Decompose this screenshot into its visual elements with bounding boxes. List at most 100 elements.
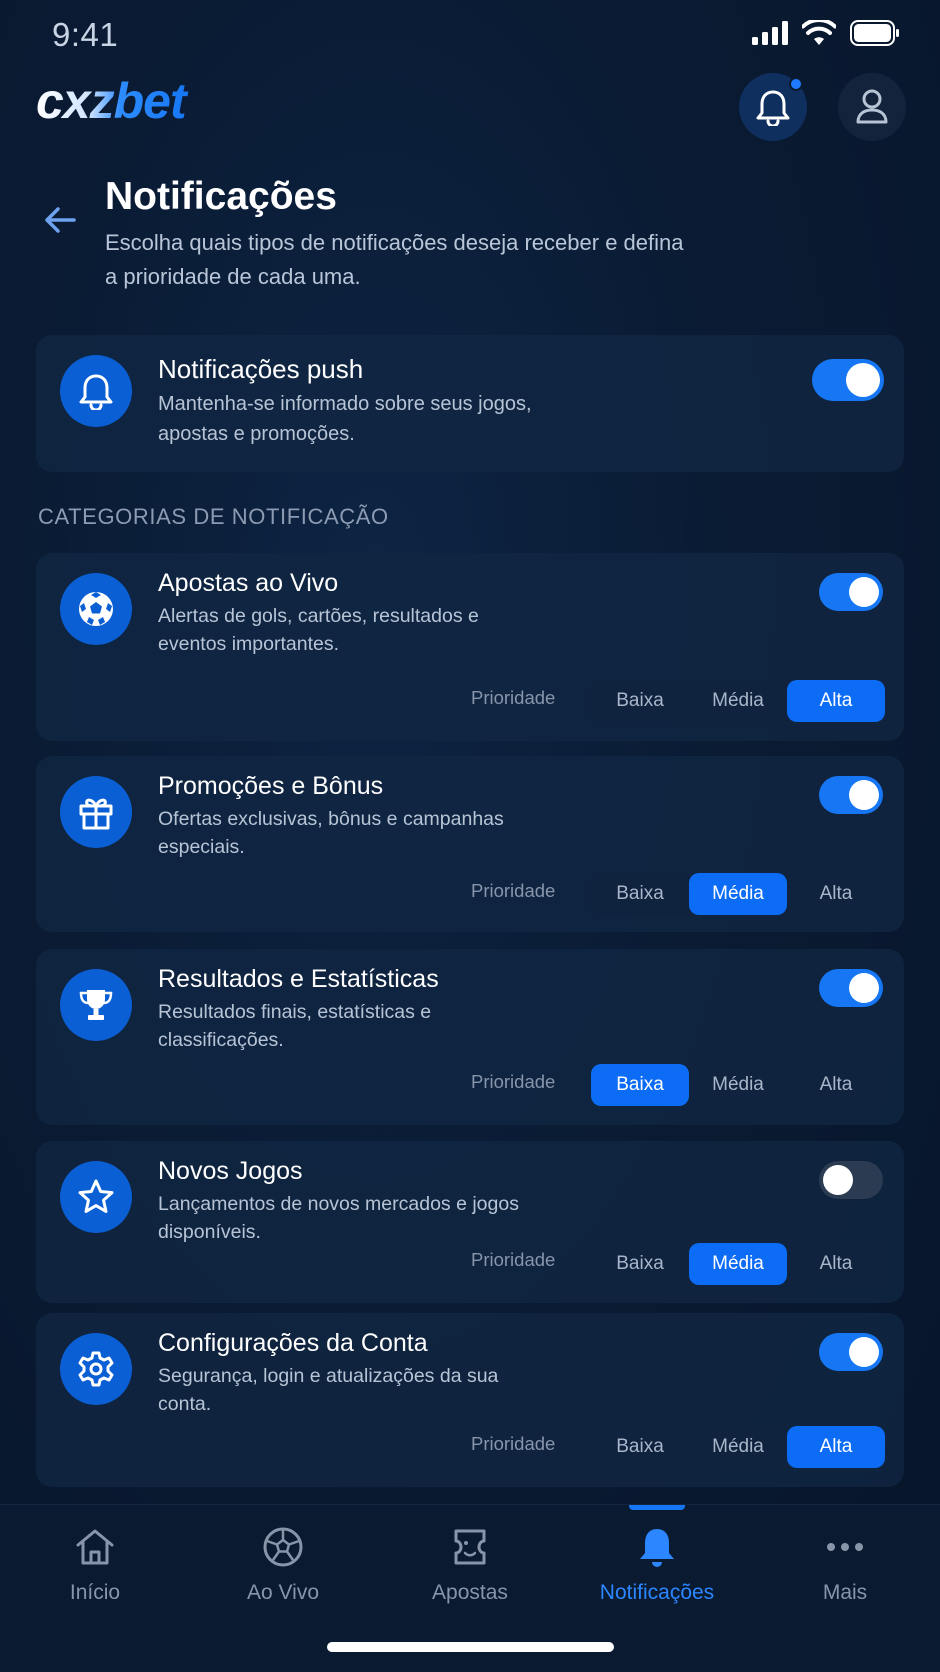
push-toggle[interactable] [812,359,884,401]
page-subtitle: Escolha quais tipos de notificações dese… [105,230,684,289]
home-indicator [327,1642,614,1652]
category-title: Apostas ao Vivo [158,569,339,597]
priority-selector: Baixa Média Alta [591,873,885,915]
category-toggle[interactable] [819,776,883,814]
category-toggle[interactable] [819,573,883,611]
push-bell-icon-badge [60,355,132,427]
bell-icon [640,1529,674,1567]
priority-option-high[interactable]: Alta [787,680,885,722]
section-title: CATEGORIAS DE NOTIFICAÇÃO [38,504,389,529]
priority-option-medium[interactable]: Média [689,680,787,722]
nav-label: Notificações [599,1581,715,1604]
priority-option-medium[interactable]: Média [689,1426,787,1468]
priority-selector: Baixa Média Alta [591,1243,885,1285]
soccer-ball-icon [263,1527,303,1567]
soccer-ball-icon [79,592,113,626]
priority-label: Prioridade [471,1433,556,1454]
priority-label: Prioridade [471,687,556,708]
status-bar: 9:41 [0,0,940,70]
category-description: Alertas de gols, cartões, resultados e e… [158,605,479,655]
push-notifications-card: Notificações push Mantenha-se informado … [36,335,904,472]
nav-item-live[interactable]: Ao Vivo [213,1525,353,1605]
priority-selector: Baixa Média Alta [591,680,885,722]
nav-item-notifications[interactable]: Notificações [587,1525,727,1605]
toggle-knob [823,1165,853,1195]
nav-item-home[interactable]: Início [25,1525,165,1605]
active-tab-indicator [629,1505,685,1510]
toggle-knob [849,1337,879,1367]
toggle-knob [849,577,879,607]
category-card-promotions: Promoções e Bônus Ofertas exclusivas, bô… [36,756,904,932]
svg-text:cxzbet: cxzbet [36,78,189,126]
category-card-live-bets: Apostas ao Vivo Alertas de gols, cartões… [36,553,904,741]
category-icon-badge [60,1161,132,1233]
home-icon [76,1529,114,1565]
gift-icon [79,798,113,830]
status-time: 9:41 [52,16,119,53]
ticket-icon [454,1529,486,1565]
priority-option-high[interactable]: Alta [787,873,885,915]
notifications-button[interactable] [739,73,807,141]
priority-option-high[interactable]: Alta [787,1243,885,1285]
category-card-account: Configurações da Conta Segurança, login … [36,1313,904,1487]
category-description: Segurança, login e atualizações da sua c… [158,1365,499,1415]
more-dots-icon [827,1543,863,1551]
battery-icon [850,20,899,46]
category-icon-badge [60,1333,132,1405]
push-title: Notificações push [158,354,364,384]
category-description: Ofertas exclusivas, bônus e campanhas es… [158,808,504,858]
nav-label: Apostas [432,1581,508,1604]
nav-label: Mais [822,1581,868,1604]
push-description: Mantenha-se informado sobre seus jogos, … [158,393,532,445]
nav-label: Início [69,1581,121,1604]
nav-item-more[interactable]: Mais [775,1525,915,1605]
priority-option-low[interactable]: Baixa [591,873,689,915]
category-toggle[interactable] [819,969,883,1007]
category-icon-badge [60,573,132,645]
priority-label: Prioridade [471,1249,556,1270]
user-icon [856,89,888,124]
toggle-knob [846,363,880,397]
page-title: Notificações [105,175,337,218]
category-description: Resultados finais, estatísticas e classi… [158,1001,432,1051]
bell-icon [756,90,790,126]
category-title: Configurações da Conta [158,1329,428,1357]
wifi-icon [802,20,836,45]
nav-label: Ao Vivo [247,1581,319,1604]
category-title: Promoções e Bônus [158,772,384,800]
notifications-screen: 9:41 cxzbet Notificações Escolha quais t… [0,0,940,1672]
star-icon [78,1179,114,1213]
category-toggle[interactable] [819,1161,883,1199]
nav-item-bets[interactable]: Apostas [400,1525,540,1605]
back-arrow-icon[interactable] [40,200,80,240]
category-icon-badge [60,969,132,1041]
priority-option-low[interactable]: Baixa [591,1426,689,1468]
bell-icon [79,374,113,410]
priority-option-high[interactable]: Alta [787,1064,885,1106]
gear-icon [78,1351,114,1387]
cxzbet-logo[interactable]: cxzbet [36,78,266,126]
toggle-knob [849,973,879,1003]
priority-selector: Baixa Média Alta [591,1426,885,1468]
category-icon-badge [60,776,132,848]
category-description: Lançamentos de novos mercados e jogos di… [158,1193,519,1243]
category-title: Resultados e Estatísticas [158,965,439,993]
profile-button[interactable] [838,73,906,141]
priority-option-medium[interactable]: Média [689,1243,787,1285]
priority-option-medium[interactable]: Média [689,873,787,915]
priority-label: Prioridade [471,1071,556,1092]
signal-icon [752,21,788,45]
category-title: Novos Jogos [158,1157,303,1185]
unread-dot [789,77,803,91]
priority-option-high[interactable]: Alta [787,1426,885,1468]
priority-option-low[interactable]: Baixa [591,1064,689,1106]
priority-option-low[interactable]: Baixa [591,680,689,722]
toggle-knob [849,780,879,810]
priority-label: Prioridade [471,880,556,901]
category-toggle[interactable] [819,1333,883,1371]
priority-option-low[interactable]: Baixa [591,1243,689,1285]
trophy-icon [79,990,113,1020]
priority-option-medium[interactable]: Média [689,1064,787,1106]
category-card-results: Resultados e Estatísticas Resultados fin… [36,949,904,1125]
category-card-new-games: Novos Jogos Lançamentos de novos mercado… [36,1141,904,1303]
